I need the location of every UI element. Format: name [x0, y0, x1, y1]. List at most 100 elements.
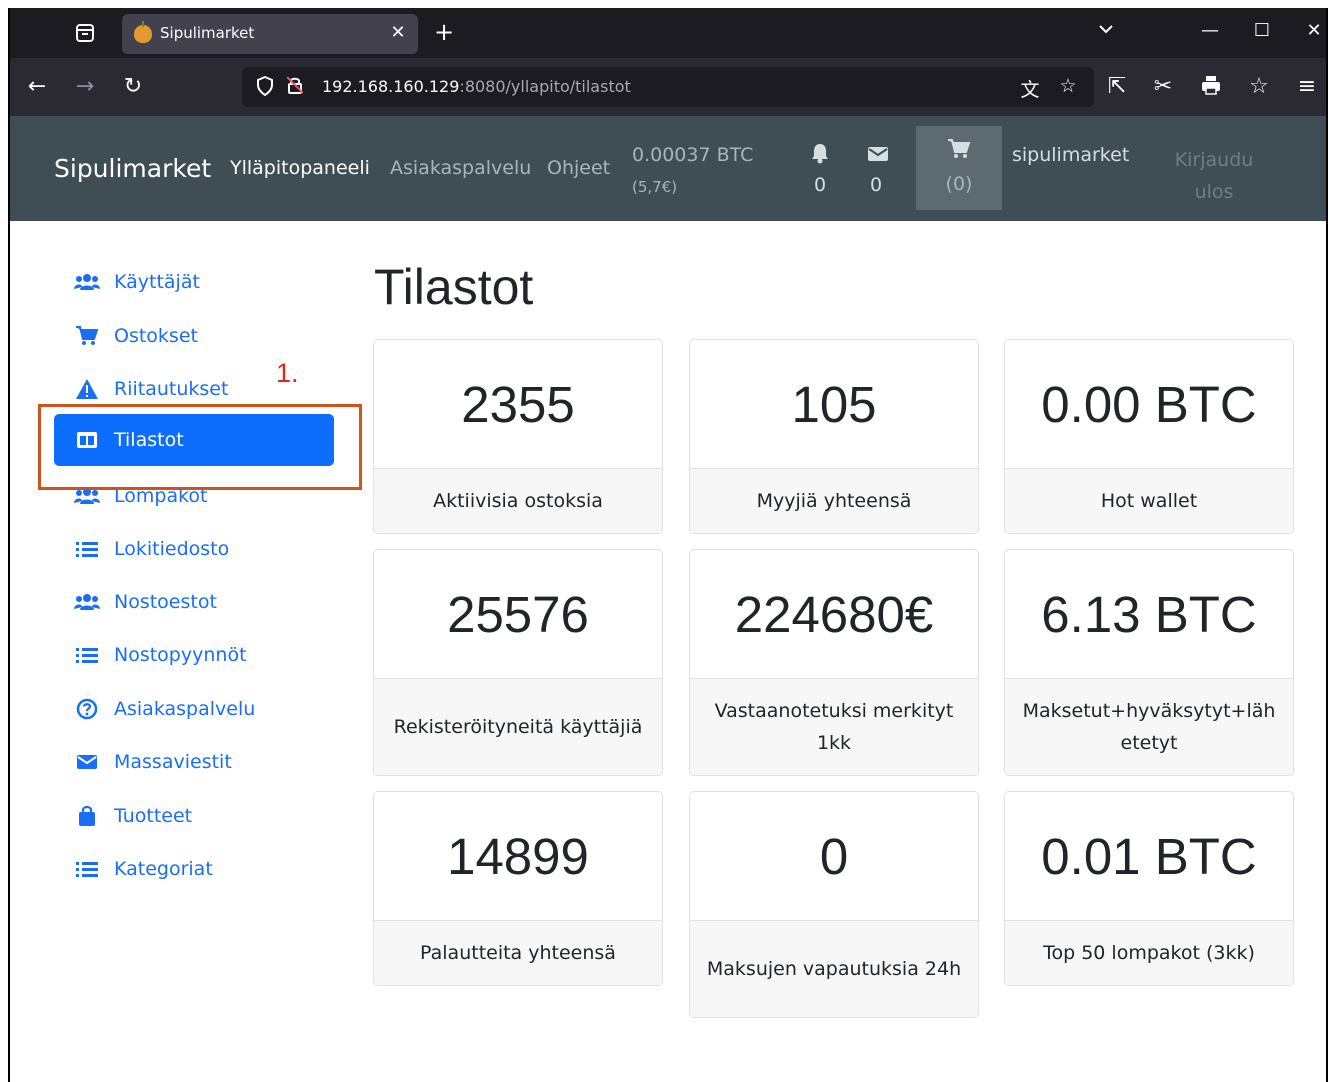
notifications-count[interactable]: 0 — [808, 174, 832, 196]
sidebar-item-mass-messages[interactable]: Massaviestit — [54, 736, 334, 788]
list-icon — [74, 646, 100, 664]
nav-help[interactable]: Ohjeet — [547, 157, 610, 179]
stat-card: 0.00 BTC Hot wallet — [1004, 339, 1294, 534]
stat-value: 14899 — [447, 827, 589, 885]
envelope-icon[interactable] — [866, 144, 890, 168]
bag-icon — [74, 805, 100, 827]
stat-label: Maksetut+hyväksytyt+lähetetyt — [1005, 678, 1293, 775]
stat-label: Rekisteröityneitä käyttäjiä — [374, 678, 662, 775]
sidebar-item-label: Massaviestit — [114, 751, 232, 773]
sidebar-item-categories[interactable]: Kategoriat — [54, 843, 334, 895]
close-window-button[interactable]: ✕ — [1302, 20, 1326, 41]
stat-value: 2355 — [461, 375, 575, 433]
tab-strip: Sipulimarket ✕ + — ☐ ✕ — [10, 8, 1326, 58]
stat-label: Vastaanotetuksi merkityt 1kk — [690, 678, 978, 775]
insecure-lock-icon[interactable] — [286, 75, 304, 100]
stat-label: Myyjiä yhteensä — [690, 468, 978, 533]
sidebar-item-label: Asiakaspalvelu — [114, 698, 256, 720]
new-tab-button[interactable]: + — [432, 18, 456, 46]
envelope-icon — [74, 753, 100, 771]
stat-value: 224680€ — [734, 585, 934, 643]
sidebar-item-withdrawal-blocks[interactable]: Nostoestot — [54, 576, 334, 628]
url-host: 192.168.160.129 — [322, 77, 460, 96]
browser-navbar: ← → ↻ 192.168.160.129:8080/yllapito/tila… — [10, 58, 1326, 116]
nav-customer-service[interactable]: Asiakaspalvelu — [390, 157, 531, 179]
stat-card: 2355 Aktiivisia ostoksia — [373, 339, 663, 534]
stat-label: Palautteita yhteensä — [374, 920, 662, 985]
sidebar-item-purchases[interactable]: Ostokset — [54, 310, 334, 362]
cart-icon — [74, 325, 100, 347]
sidebar-item-label: Kategoriat — [114, 858, 213, 880]
stat-value: 0.00 BTC — [1041, 375, 1257, 433]
users-icon — [74, 273, 100, 291]
address-bar[interactable]: 192.168.160.129:8080/yllapito/tilastot 文… — [242, 67, 1094, 107]
bookmark-star-icon[interactable]: ☆ — [1056, 75, 1080, 97]
annotation-highlight-box — [38, 404, 362, 490]
print-icon[interactable] — [1198, 74, 1224, 103]
sidebar-item-label: Nostopyynnöt — [114, 644, 247, 666]
stat-card: 25576 Rekisteröityneitä käyttäjiä — [373, 549, 663, 776]
cart-button[interactable]: (0) — [916, 126, 1002, 210]
users-icon — [74, 593, 100, 611]
sidebar-item-label: Riitautukset — [114, 378, 229, 400]
sidebar-item-label: Tuotteet — [114, 805, 193, 827]
logout-link[interactable]: Kirjaudu ulos — [1168, 144, 1260, 208]
reload-icon[interactable]: ↻ — [120, 74, 146, 100]
forward-arrow-icon[interactable]: → — [72, 74, 98, 100]
tab-close-icon[interactable]: ✕ — [388, 22, 408, 43]
menu-icon[interactable]: ≡ — [1294, 74, 1320, 100]
annotation-step-label: 1. — [276, 358, 299, 388]
btc-balance[interactable]: 0.00037 BTC — [632, 144, 753, 166]
page-title: Tilastot — [374, 259, 534, 315]
translate-icon[interactable]: 文 — [1018, 75, 1042, 102]
stat-value: 0.01 BTC — [1041, 827, 1257, 885]
site-header: Sipulimarket Ylläpitopaneeli Asiakaspalv… — [10, 116, 1326, 221]
minimize-button[interactable]: — — [1198, 20, 1222, 41]
tracking-shield-icon[interactable] — [256, 75, 274, 101]
cart-count: (0) — [945, 173, 973, 195]
stat-label: Hot wallet — [1005, 468, 1293, 533]
maximize-button[interactable]: ☐ — [1250, 20, 1274, 41]
sidebar-item-products[interactable]: Tuotteet — [54, 790, 334, 842]
sidebar-item-label: Nostoestot — [114, 591, 217, 613]
warning-icon — [74, 378, 100, 400]
stat-value: 0 — [819, 827, 849, 885]
stat-label: Top 50 lompakot (3kk) — [1005, 920, 1293, 985]
stat-card: 105 Myyjiä yhteensä — [689, 339, 979, 534]
stat-value: 25576 — [447, 585, 589, 643]
list-icon — [74, 540, 100, 558]
list-icon — [74, 860, 100, 878]
site-brand[interactable]: Sipulimarket — [54, 154, 211, 183]
browser-tab[interactable]: Sipulimarket ✕ — [122, 14, 418, 54]
sidebar-item-label: Käyttäjät — [114, 271, 200, 293]
sidebar-item-users[interactable]: Käyttäjät — [54, 256, 334, 308]
tab-title: Sipulimarket — [160, 24, 255, 42]
username[interactable]: sipulimarket — [1012, 144, 1129, 166]
sidebar-item-withdrawal-requests[interactable]: Nostopyynnöt — [54, 629, 334, 681]
browser-window: Sipulimarket ✕ + — ☐ ✕ ← → ↻ 192.168.160… — [8, 8, 1328, 1082]
stat-card: 14899 Palautteita yhteensä — [373, 791, 663, 986]
sidebar-item-label: Lokitiedosto — [114, 538, 230, 560]
stat-label: Aktiivisia ostoksia — [374, 468, 662, 533]
bell-icon[interactable] — [808, 142, 832, 169]
question-circle-icon — [74, 698, 100, 720]
stat-card: 0.01 BTC Top 50 lompakot (3kk) — [1004, 791, 1294, 986]
tab-manager-icon[interactable] — [74, 22, 96, 44]
list-tabs-chevron-icon[interactable] — [1094, 20, 1118, 43]
stat-label: Maksujen vapautuksia 24h — [690, 920, 978, 1017]
nav-admin-panel[interactable]: Ylläpitopaneeli — [230, 157, 370, 179]
stat-card: 224680€ Vastaanotetuksi merkityt 1kk — [689, 549, 979, 776]
screenshot-icon[interactable]: ✂ — [1150, 74, 1176, 100]
url-text[interactable]: 192.168.160.129:8080/yllapito/tilastot — [322, 77, 631, 96]
stat-value: 105 — [791, 375, 877, 433]
back-arrow-icon[interactable]: ← — [24, 74, 50, 100]
sidebar-item-customer-service[interactable]: Asiakaspalvelu — [54, 683, 334, 735]
messages-count[interactable]: 0 — [864, 174, 888, 196]
sidebar-item-logfile[interactable]: Lokitiedosto — [54, 523, 334, 575]
url-path: :8080/yllapito/tilastot — [459, 77, 631, 96]
cart-icon — [947, 138, 971, 164]
extensions-icon[interactable]: ☆ — [1246, 74, 1272, 100]
stat-card: 0 Maksujen vapautuksia 24h — [689, 791, 979, 1018]
sidebar-item-label: Ostokset — [114, 325, 198, 347]
share-icon[interactable]: ⇱ — [1104, 74, 1130, 100]
